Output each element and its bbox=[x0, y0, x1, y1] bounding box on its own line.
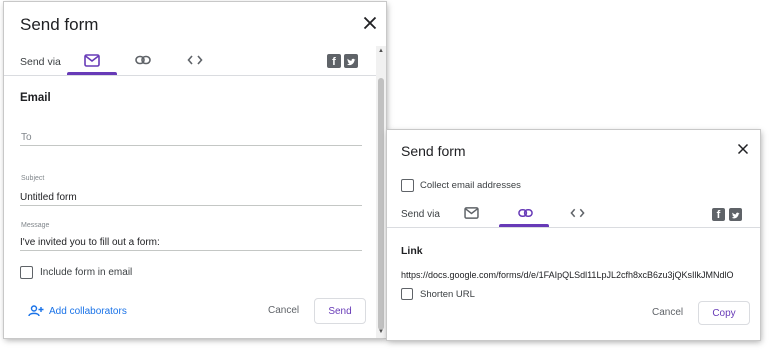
dialog-title: Send form bbox=[401, 143, 466, 159]
close-icon[interactable] bbox=[734, 140, 752, 158]
send-form-link-dialog: Send form Collect email addresses Send v… bbox=[387, 130, 760, 340]
add-collaborators-button[interactable]: Add collaborators bbox=[28, 305, 127, 317]
facebook-icon[interactable]: f bbox=[327, 54, 341, 68]
include-form-label: Include form in email bbox=[40, 267, 133, 278]
tab-embed[interactable] bbox=[567, 205, 587, 221]
send-button[interactable]: Send bbox=[314, 298, 366, 324]
twitter-icon[interactable] bbox=[729, 208, 742, 221]
tab-email[interactable] bbox=[82, 52, 102, 68]
mail-icon bbox=[463, 207, 479, 219]
subject-field[interactable]: Untitled form bbox=[20, 192, 77, 203]
to-field[interactable]: To bbox=[21, 132, 32, 143]
send-via-label: Send via bbox=[20, 56, 61, 68]
send-via-label: Send via bbox=[401, 209, 440, 220]
collect-email-checkbox[interactable] bbox=[401, 179, 414, 192]
cancel-button[interactable]: Cancel bbox=[652, 307, 683, 318]
subject-field-underline bbox=[20, 205, 362, 206]
section-title: Link bbox=[401, 245, 423, 257]
link-url-field[interactable]: https://docs.google.com/forms/d/e/1FAIpQ… bbox=[401, 270, 747, 280]
message-field-underline bbox=[20, 250, 362, 251]
shorten-url-label: Shorten URL bbox=[420, 289, 475, 300]
message-field[interactable]: I've invited you to fill out a form: bbox=[20, 237, 160, 248]
shorten-url-checkbox[interactable] bbox=[401, 288, 413, 300]
to-field-underline bbox=[20, 145, 362, 146]
tab-link[interactable] bbox=[133, 52, 153, 68]
link-icon bbox=[135, 55, 151, 65]
message-label: Message bbox=[21, 222, 50, 229]
twitter-icon[interactable] bbox=[344, 54, 358, 68]
scroll-down-arrow[interactable]: ▼ bbox=[378, 329, 384, 335]
link-icon bbox=[517, 208, 533, 218]
scroll-up-arrow[interactable]: ▲ bbox=[378, 48, 384, 54]
mail-icon bbox=[84, 53, 100, 67]
add-collaborators-label: Add collaborators bbox=[49, 305, 127, 317]
scrollbar-thumb[interactable] bbox=[378, 78, 384, 330]
cancel-button[interactable]: Cancel bbox=[268, 305, 299, 316]
tab-divider bbox=[4, 75, 376, 76]
send-form-email-dialog: Send form Send via f ▲ ▼ Email To Subjec… bbox=[4, 2, 386, 338]
dialog-title: Send form bbox=[20, 15, 99, 34]
tab-divider bbox=[387, 227, 760, 228]
section-title: Email bbox=[20, 92, 51, 104]
subject-label: Subject bbox=[21, 175, 45, 182]
tab-email[interactable] bbox=[461, 205, 481, 221]
copy-button[interactable]: Copy bbox=[698, 301, 750, 325]
code-icon bbox=[187, 55, 203, 65]
code-icon bbox=[569, 208, 585, 218]
facebook-icon[interactable]: f bbox=[712, 208, 725, 221]
add-person-icon bbox=[28, 305, 44, 317]
collect-email-label: Collect email addresses bbox=[420, 180, 521, 191]
close-icon[interactable] bbox=[359, 12, 381, 34]
tab-link[interactable] bbox=[515, 205, 535, 221]
tab-embed[interactable] bbox=[185, 52, 205, 68]
include-form-checkbox[interactable] bbox=[20, 266, 33, 279]
